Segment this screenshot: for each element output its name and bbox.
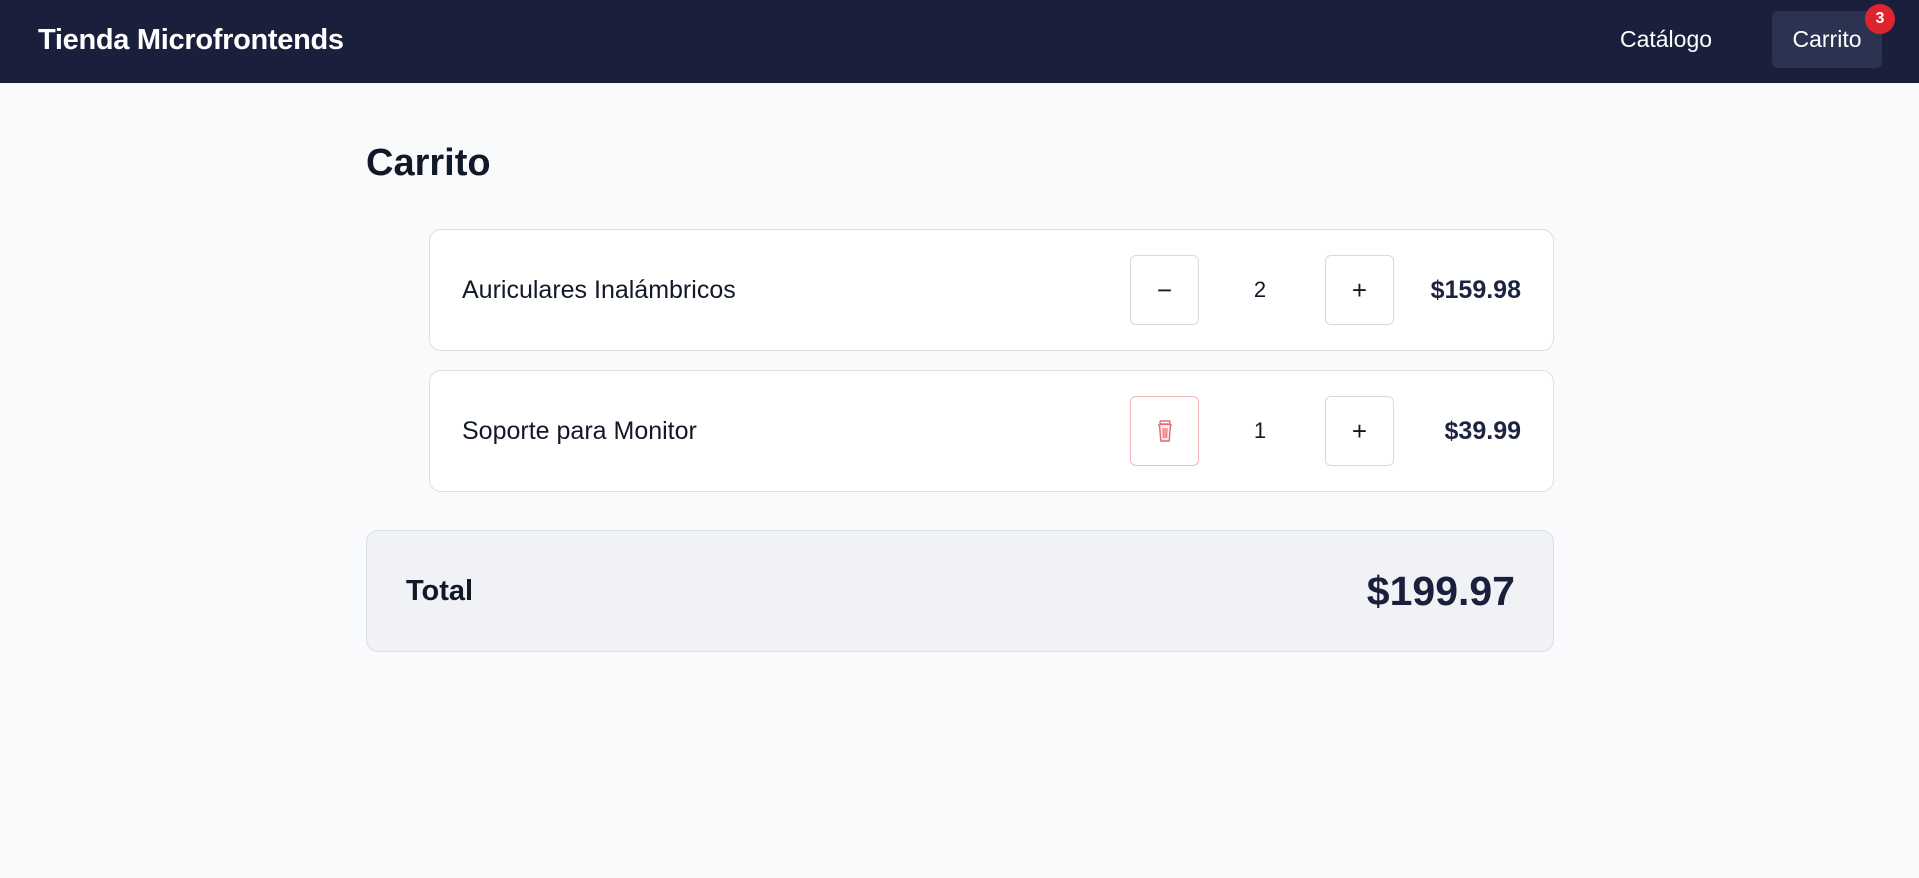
cart-total-summary: Total $199.97 xyxy=(366,530,1554,652)
cart-item-price: $159.98 xyxy=(1430,276,1521,304)
nav-catalog-link[interactable]: Catálogo xyxy=(1606,11,1726,67)
cart-item: Auriculares Inalámbricos − 2 + $159.98 xyxy=(429,229,1554,351)
page-title: Carrito xyxy=(366,142,491,184)
cart-count-badge: 3 xyxy=(1865,4,1895,34)
trash-icon xyxy=(1157,420,1172,442)
total-label: Total xyxy=(406,575,474,607)
top-navbar: Tienda Microfrontends Catálogo Carrito 3 xyxy=(0,0,1919,83)
cart-item-quantity: 1 xyxy=(1253,418,1267,443)
cart-item: Soporte para Monitor 1 + $39.99 xyxy=(429,370,1554,492)
brand-logo[interactable]: Tienda Microfrontends xyxy=(38,22,344,58)
cart-item-price: $39.99 xyxy=(1444,417,1521,445)
cart-item-name: Soporte para Monitor xyxy=(462,417,697,445)
increase-quantity-button[interactable]: + xyxy=(1325,255,1394,325)
total-value: $199.97 xyxy=(1366,568,1515,614)
cart-item-name: Auriculares Inalámbricos xyxy=(462,276,736,304)
increase-quantity-button[interactable]: + xyxy=(1325,396,1394,466)
cart-item-quantity: 2 xyxy=(1253,277,1267,302)
remove-item-button[interactable] xyxy=(1130,396,1199,466)
decrease-quantity-button[interactable]: − xyxy=(1130,255,1199,325)
